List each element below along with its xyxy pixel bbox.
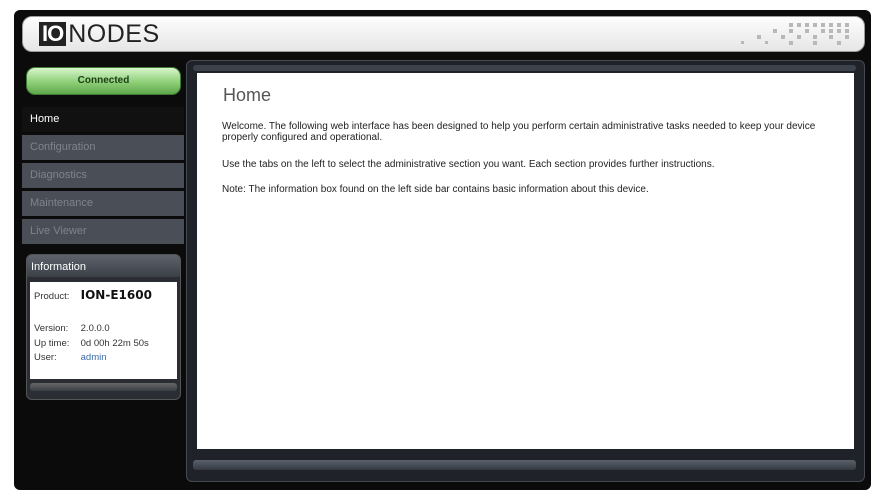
information-footer-bar	[30, 383, 177, 391]
product-value: ION-E1600	[80, 288, 152, 302]
main-bottom-bar	[193, 460, 856, 470]
main-panel: Home Welcome. The following web interfac…	[186, 60, 865, 482]
product-label: Product:	[34, 291, 70, 302]
nav-item-home[interactable]: Home	[22, 107, 184, 132]
content-area: Home Welcome. The following web interfac…	[197, 73, 854, 449]
info-row-user: User: admin	[34, 352, 107, 363]
logo-wordmark: NODES	[68, 19, 160, 48]
info-row-version: Version: 2.0.0.0	[34, 323, 110, 334]
header-bar: IO NODES	[22, 16, 865, 52]
ionodes-logo: IO NODES	[39, 20, 160, 48]
sidebar: Connected Home Configuration Diagnostics…	[22, 60, 184, 480]
user-value: admin	[80, 352, 107, 363]
info-row-product: Product: ION-E1600	[34, 288, 152, 302]
page-title: Home	[223, 85, 272, 105]
nav-item-live-viewer[interactable]: Live Viewer	[22, 219, 184, 244]
nav-menu: Home Configuration Diagnostics Maintenan…	[22, 107, 184, 247]
information-note-paragraph: Note: The information box found on the l…	[222, 184, 649, 195]
nav-item-diagnostics[interactable]: Diagnostics	[22, 163, 184, 188]
tabs-instruction-paragraph: Use the tabs on the left to select the a…	[222, 159, 715, 170]
decorative-dot-pattern-icon	[741, 23, 849, 45]
information-box: Information Product: ION-E1600 Version: …	[26, 254, 181, 400]
version-value: 2.0.0.0	[80, 323, 110, 334]
welcome-paragraph: Welcome. The following web interface has…	[222, 121, 816, 143]
logo-io-mark: IO	[39, 22, 67, 46]
info-row-uptime: Up time: 0d 00h 22m 50s	[34, 338, 149, 349]
main-top-bar	[193, 65, 856, 71]
version-label: Version:	[34, 323, 69, 334]
nav-item-configuration[interactable]: Configuration	[22, 135, 184, 160]
uptime-value: 0d 00h 22m 50s	[80, 338, 149, 349]
information-body: Product: ION-E1600 Version: 2.0.0.0 Up t…	[30, 282, 177, 379]
nav-item-maintenance[interactable]: Maintenance	[22, 191, 184, 216]
connection-status-badge: Connected	[26, 67, 181, 95]
information-title: Information	[27, 255, 180, 277]
uptime-label: Up time:	[34, 338, 70, 349]
user-label: User:	[34, 352, 57, 363]
